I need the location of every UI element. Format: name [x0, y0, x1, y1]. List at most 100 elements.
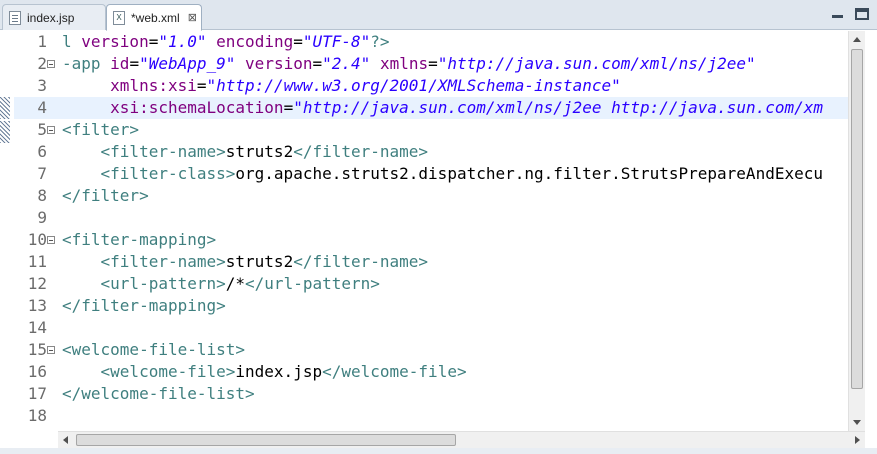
code-line[interactable]: 12 <url-pattern>/*</url-pattern> — [14, 273, 848, 295]
line-number: 1 — [37, 32, 47, 51]
code-token: l — [62, 32, 82, 51]
code-token: index.jsp — [235, 362, 323, 381]
scroll-up-arrow-icon[interactable] — [853, 37, 861, 42]
horizontal-scroll-thumb[interactable] — [76, 434, 456, 446]
close-tab-icon[interactable]: ⊠ — [188, 11, 197, 24]
code-token: version — [81, 32, 149, 51]
code-token: "http://java.sun.com/xml/ns/j2ee" — [437, 54, 756, 73]
code-text: xsi:schemaLocation="http://java.sun.com/… — [62, 97, 823, 119]
code-token: xmlns:xsi — [110, 76, 197, 95]
code-token: <filter-name> — [100, 142, 226, 161]
code-line[interactable]: 1l version="1.0" encoding="UTF-8"?> — [14, 31, 848, 53]
code-token: "WebApp_9" — [139, 54, 236, 73]
code-text: <filter> — [62, 119, 139, 141]
line-number: 13 — [27, 296, 47, 315]
code-token: = — [428, 54, 438, 73]
code-token: <url-pattern> — [100, 274, 226, 293]
vertical-scrollbar[interactable] — [848, 31, 865, 431]
code-text: <filter-name>struts2</filter-name> — [62, 141, 429, 163]
code-token: </welcome-file> — [322, 362, 467, 381]
line-number: 17 — [27, 384, 47, 403]
code-line[interactable]: 10 <filter-mapping> — [14, 229, 848, 251]
editor-tab-bar: index.jsp X *web.xml ⊠ — [0, 0, 877, 31]
code-text: <filter-class>org.apache.struts2.dispatc… — [62, 163, 823, 185]
code-token: </filter-name> — [293, 252, 429, 271]
code-text: <welcome-file-list> — [62, 339, 245, 361]
maximize-icon[interactable] — [855, 8, 869, 20]
code-line[interactable]: 15 <welcome-file-list> — [14, 339, 848, 361]
line-number: 14 — [27, 318, 47, 337]
scroll-left-arrow-icon[interactable] — [63, 436, 68, 444]
code-line[interactable]: 13 </filter-mapping> — [14, 295, 848, 317]
code-line[interactable]: 18 — [14, 405, 848, 427]
code-token: struts2 — [225, 142, 294, 161]
fold-collapse-icon[interactable] — [47, 126, 55, 134]
horizontal-scrollbar[interactable] — [58, 431, 865, 448]
line-number: 12 — [27, 274, 47, 293]
code-token: <filter> — [62, 120, 140, 139]
tab-web-xml[interactable]: X *web.xml ⊠ — [106, 4, 202, 31]
code-line[interactable]: 5 <filter> — [14, 119, 848, 141]
code-token: "http://java.sun.com/xml/ns/j2ee http://… — [293, 98, 824, 117]
code-token: <welcome-file> — [100, 362, 236, 381]
change-marker[interactable] — [0, 121, 10, 143]
tab-index-jsp[interactable]: index.jsp — [2, 4, 106, 30]
code-token: = — [196, 76, 207, 95]
window-controls — [831, 8, 869, 20]
code-token: <welcome-file-list> — [62, 340, 246, 359]
code-line[interactable]: 2 -app id="WebApp_9" version="2.4" xmlns=… — [14, 53, 848, 75]
code-token: = — [293, 32, 303, 51]
code-line[interactable]: 16 <welcome-file>index.jsp</welcome-file… — [14, 361, 848, 383]
code-line[interactable]: 14 — [14, 317, 848, 339]
code-token: </filter> — [62, 186, 149, 205]
code-token: version — [245, 54, 313, 73]
line-number: 8 — [37, 186, 47, 205]
code-token: = — [283, 98, 294, 117]
fold-collapse-icon[interactable] — [47, 346, 55, 354]
vertical-scroll-thumb[interactable] — [851, 49, 863, 389]
code-token: -app — [62, 54, 111, 73]
code-token: ?> — [370, 32, 390, 51]
code-line[interactable]: 11 <filter-name>struts2</filter-name> — [14, 251, 848, 273]
minimize-icon[interactable] — [831, 8, 845, 20]
code-text: <url-pattern>/*</url-pattern> — [62, 273, 380, 295]
line-number: 15 — [27, 340, 47, 359]
code-line[interactable]: 8 </filter> — [14, 185, 848, 207]
line-number: 9 — [37, 208, 47, 227]
right-margin — [865, 31, 877, 454]
scroll-right-arrow-icon[interactable] — [855, 436, 860, 444]
tab-label: *web.xml — [131, 10, 180, 25]
code-token: </filter-mapping> — [62, 296, 226, 315]
code-line[interactable]: 3 xmlns:xsi="http://www.w3.org/2001/XMLS… — [14, 75, 848, 97]
code-token: "http://www.w3.org/2001/XMLSchema-instan… — [206, 76, 621, 95]
jsp-file-icon — [9, 10, 21, 25]
code-token: id — [110, 54, 130, 73]
code-line[interactable]: 4 xsi:schemaLocation="http://java.sun.co… — [14, 97, 848, 119]
code-text: <filter-name>struts2</filter-name> — [62, 251, 429, 273]
fold-collapse-icon[interactable] — [47, 236, 55, 244]
code-text: </filter> — [62, 185, 149, 207]
code-line[interactable]: 6 <filter-name>struts2</filter-name> — [14, 141, 848, 163]
code-text: <welcome-file>index.jsp</welcome-file> — [62, 361, 467, 383]
line-number: 6 — [37, 142, 47, 161]
status-strip — [0, 448, 877, 454]
code-line[interactable]: 17 </welcome-file-list> — [14, 383, 848, 405]
scroll-down-arrow-icon[interactable] — [853, 420, 861, 425]
code-token: <filter-name> — [100, 252, 226, 271]
code-text: -app id="WebApp_9" version="2.4" xmlns="… — [62, 53, 756, 75]
code-text: xmlns:xsi="http://www.w3.org/2001/XMLSch… — [62, 75, 621, 97]
code-line[interactable]: 9 — [14, 207, 848, 229]
line-number: 11 — [27, 252, 47, 271]
xml-editor[interactable]: 1l version="1.0" encoding="UTF-8"?> 2 -app… — [14, 31, 848, 431]
code-token: <filter-class> — [100, 164, 236, 183]
fold-collapse-icon[interactable] — [47, 60, 55, 68]
code-token: </url-pattern> — [245, 274, 380, 293]
line-number: 2 — [37, 54, 47, 73]
change-marker[interactable] — [0, 97, 10, 119]
code-line[interactable]: 7 <filter-class>org.apache.struts2.dispa… — [14, 163, 848, 185]
